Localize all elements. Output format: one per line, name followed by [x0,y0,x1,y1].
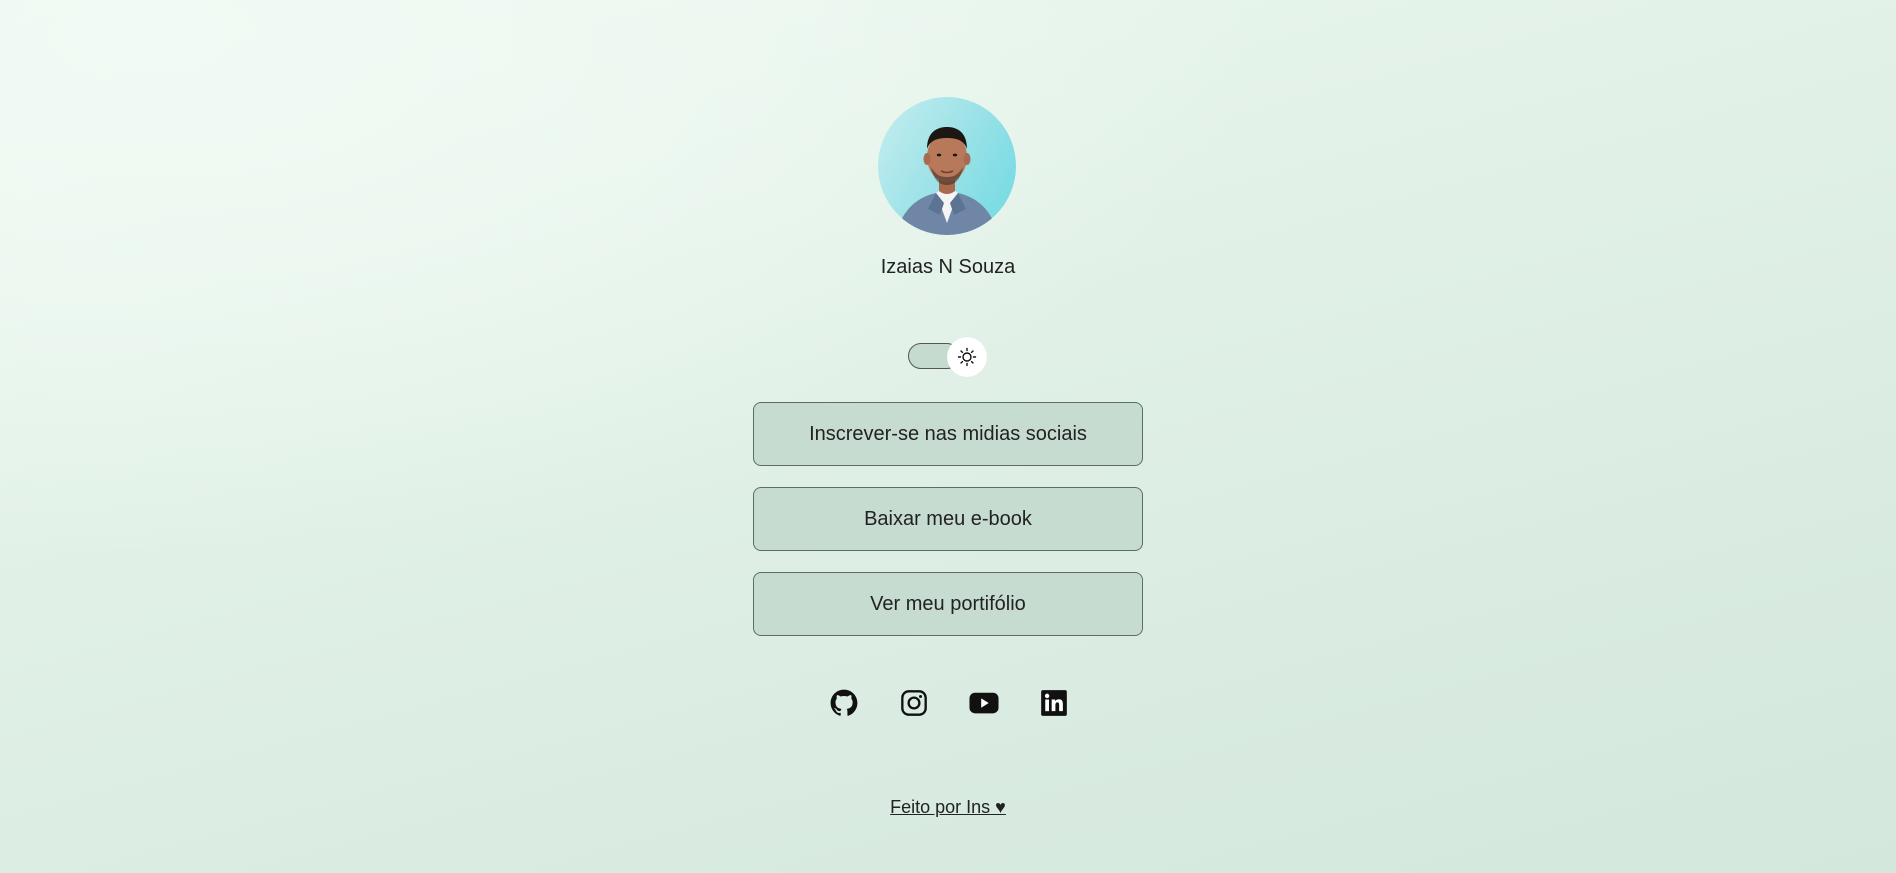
social-links [829,688,1069,718]
github-icon [830,689,858,716]
page: Izaias N Souza Inscrever-se nas midias s… [0,0,1896,873]
instagram-icon [901,690,927,716]
footer: Feito por Ins ♥ [0,796,1896,818]
profile-photo [896,127,998,235]
github-link[interactable] [829,688,859,718]
profile-name: Izaias N Souza [880,256,1016,278]
linkedin-link[interactable] [1039,688,1069,718]
youtube-icon [969,692,999,714]
theme-toggle-knob[interactable] [947,337,987,377]
avatar [878,97,1016,235]
sun-icon [957,347,977,367]
social-subscribe-button[interactable]: Inscrever-se nas midias sociais [753,402,1143,466]
footer-credit-link[interactable]: Feito por Ins ♥ [890,797,1006,817]
portfolio-button[interactable]: Ver meu portifólio [753,572,1143,636]
youtube-link[interactable] [969,688,999,718]
ebook-download-button[interactable]: Baixar meu e-book [753,487,1143,551]
instagram-link[interactable] [899,688,929,718]
linkedin-icon [1041,690,1067,716]
